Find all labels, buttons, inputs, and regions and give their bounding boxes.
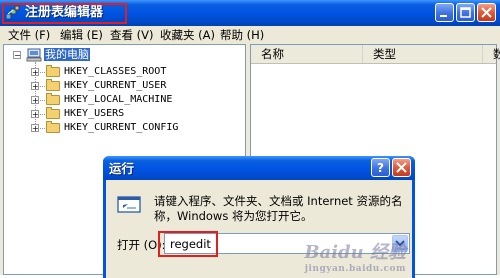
expand-icon[interactable]: + [31,68,39,77]
open-label: 打开 (O): [117,238,166,252]
expand-icon[interactable]: + [31,96,39,105]
run-dialog-body: 请键入程序、文件夹、文档或 Internet 资源的名称，Windows 将为您… [106,180,412,278]
folder-icon [46,107,60,119]
tree-key-hku[interactable]: HKEY_USERS [64,107,124,121]
folder-icon [46,121,60,133]
question-icon: ? [377,161,384,175]
minimize-button[interactable] [435,3,454,22]
close-icon [481,7,492,18]
menu-help[interactable]: 帮助 (H) [220,28,264,42]
maximize-icon [460,7,471,18]
menu-bar: 文件 (F) 编辑 (E) 查看 (V) 收藏夹 (A) 帮助 (H) [0,26,500,44]
menu-view[interactable]: 查看 (V) [110,28,154,42]
menu-edit[interactable]: 编辑 (E) [60,28,103,42]
run-dialog-title: 运行 [109,161,135,176]
run-description: 请键入程序、文件夹、文档或 Internet 资源的名称，Windows 将为您… [154,194,403,223]
tree-key-hklm[interactable]: HKEY_LOCAL_MACHINE [64,93,172,107]
column-type[interactable]: 类型 [363,45,483,63]
expand-icon[interactable]: + [31,82,39,91]
menu-file[interactable]: 文件 (F) [8,28,50,42]
folder-icon [46,65,60,77]
run-dialog: 运行 ? 请键入程序、文件夹、文档或 Internet 资源的名称，Window… [103,156,415,278]
expand-icon[interactable]: + [31,110,39,119]
column-data[interactable]: 数据 [483,45,500,63]
menu-favorites[interactable]: 收藏夹 (A) [160,28,215,42]
folder-icon [46,79,60,91]
computer-icon [26,48,42,62]
tree-key-hkcu[interactable]: HKEY_CURRENT_USER [64,79,166,93]
collapse-icon[interactable]: − [13,51,21,60]
list-header: 名称 类型 数据 [251,45,500,64]
tree-root[interactable]: 我的电脑 [44,48,90,62]
tree-key-hkcr[interactable]: HKEY_CLASSES_ROOT [64,65,166,79]
title-highlight-box [2,3,127,24]
run-program-icon [117,196,141,213]
run-close-button[interactable] [392,158,411,177]
close-button[interactable] [477,3,496,22]
expand-icon[interactable]: + [31,124,39,133]
baidu-watermark: Baidu 经验 jingyan.baidu.com [304,238,406,274]
column-name[interactable]: 名称 [251,45,363,63]
maximize-button[interactable] [456,3,475,22]
run-title-bar[interactable]: 运行 ? [103,156,415,180]
svg-text:?: ? [377,161,384,175]
watermark-text: Baidu 经验 [304,242,406,263]
tree-root-label: 我的电脑 [44,48,90,61]
title-bar[interactable]: 注册表编辑器 [0,0,500,26]
close-icon [396,162,407,173]
folder-icon [46,93,60,105]
watermark-url: jingyan.baidu.com [304,264,406,274]
minimize-icon [440,15,447,17]
tree-key-hkcc[interactable]: HKEY_CURRENT_CONFIG [64,121,178,135]
help-button[interactable]: ? [371,158,390,177]
